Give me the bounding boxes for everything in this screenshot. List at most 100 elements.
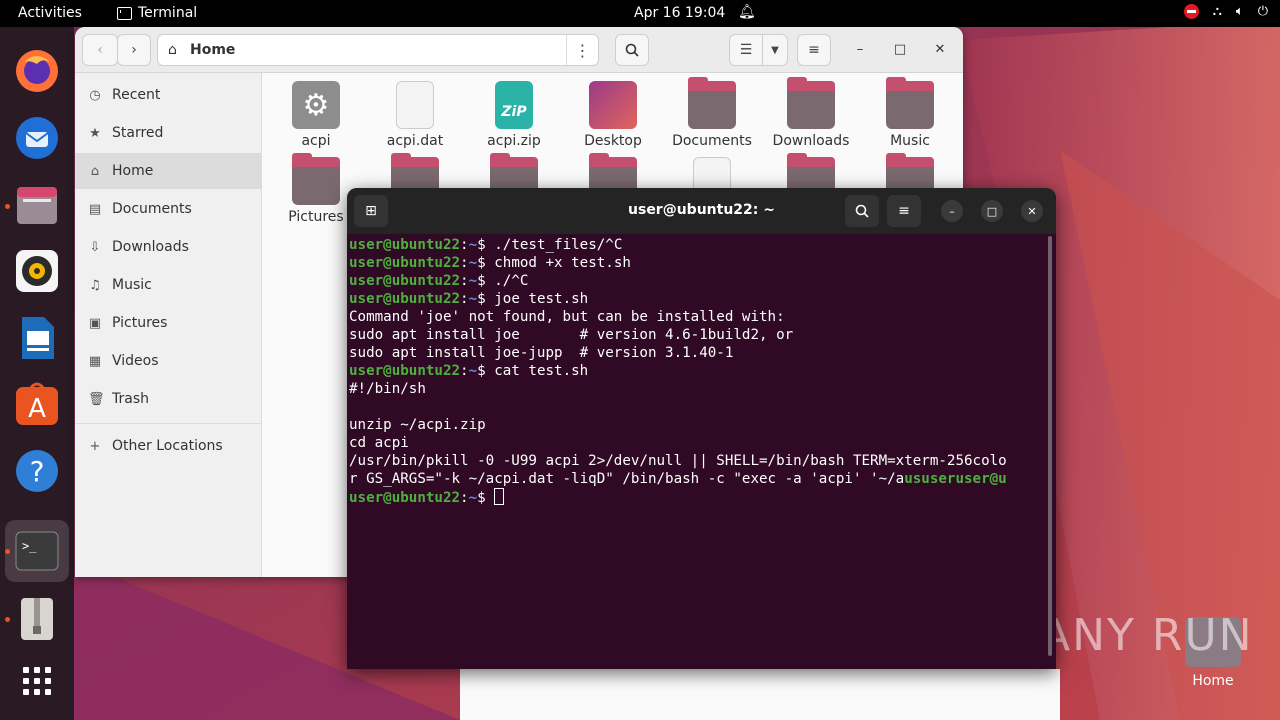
terminal-window[interactable]: ⊞ user@ubuntu22: ~ ≡ – □ ✕ user@ubuntu22… bbox=[347, 188, 1056, 669]
close-button[interactable]: ✕ bbox=[930, 40, 950, 60]
svg-text:A: A bbox=[28, 394, 46, 424]
power-icon: ⏻ bbox=[1257, 4, 1268, 19]
picture-icon: ▣ bbox=[88, 315, 102, 331]
file-label: acpi bbox=[301, 133, 331, 149]
documents-folder-icon bbox=[688, 77, 736, 129]
back-button[interactable]: ‹ bbox=[82, 34, 118, 66]
maximize-button[interactable]: □ bbox=[890, 40, 910, 60]
bell-icon[interactable]: 🔔︎ bbox=[738, 4, 756, 20]
terminal-header: ⊞ user@ubuntu22: ~ ≡ – □ ✕ bbox=[347, 188, 1056, 234]
sidebar-item-music[interactable]: ♫ Music bbox=[75, 267, 262, 303]
file-item-documents[interactable]: Documents bbox=[662, 77, 762, 149]
show-apps-icon[interactable] bbox=[13, 657, 61, 705]
forward-button[interactable]: › bbox=[117, 34, 151, 66]
file-item-music[interactable]: Music bbox=[860, 77, 960, 149]
sidebar-item-pictures[interactable]: ▣ Pictures bbox=[75, 305, 262, 341]
app-menu[interactable]: Terminal bbox=[117, 5, 197, 21]
app-center-icon[interactable]: A bbox=[13, 380, 61, 428]
sidebar-label: Trash bbox=[112, 391, 149, 407]
sidebar-label: Other Locations bbox=[112, 438, 223, 454]
plus-icon: + bbox=[89, 438, 101, 454]
desktop-home-label: Home bbox=[1192, 673, 1234, 689]
terminal-icon[interactable]: >_ bbox=[13, 527, 61, 575]
sidebar-label: Home bbox=[112, 163, 154, 179]
line-text: sudo apt install joe-jupp # version 3.1.… bbox=[349, 345, 734, 361]
line-text: chmod +x test.sh bbox=[494, 255, 631, 271]
file-item-acpi[interactable]: ⚙ acpi bbox=[266, 81, 366, 149]
desktop-folder-icon bbox=[589, 81, 637, 129]
video-icon: ▦ bbox=[88, 353, 102, 369]
terminal-close-button[interactable]: ✕ bbox=[1021, 200, 1043, 222]
terminal-menu-button[interactable]: ≡ bbox=[887, 195, 921, 227]
sidebar-label: Music bbox=[112, 277, 152, 293]
terminal-small-icon bbox=[117, 6, 132, 20]
writer-icon[interactable] bbox=[13, 314, 61, 362]
terminal-maximize-button[interactable]: □ bbox=[981, 200, 1003, 222]
prompt-user: user@ubuntu22 bbox=[349, 237, 461, 253]
terminal-line: unzip ~/acpi.zip bbox=[349, 416, 1045, 434]
path-bar[interactable]: ⌂ Home ⋮ bbox=[157, 34, 599, 66]
download-icon: ⇩ bbox=[89, 239, 101, 255]
minimize-button[interactable]: – bbox=[850, 40, 870, 60]
rhythmbox-icon[interactable] bbox=[13, 247, 61, 295]
file-label: Documents bbox=[672, 133, 752, 149]
sidebar-item-downloads[interactable]: ⇩ Downloads bbox=[75, 229, 262, 265]
file-item-acpi-zip[interactable]: ZiP acpi.zip bbox=[464, 81, 564, 149]
help-icon[interactable]: ? bbox=[13, 447, 61, 495]
activities-button[interactable]: Activities bbox=[18, 5, 82, 21]
sidebar-label: Downloads bbox=[112, 239, 189, 255]
line-text: joe test.sh bbox=[494, 291, 589, 307]
music-folder-icon bbox=[886, 77, 934, 129]
terminal-line: user@ubuntu22:~$ joe test.sh bbox=[349, 291, 589, 307]
zip-file-icon: ZiP bbox=[495, 81, 533, 129]
dock: A ? >_ bbox=[0, 27, 74, 720]
line-text: ./^C bbox=[494, 273, 529, 289]
sidebar-label: Videos bbox=[112, 353, 159, 369]
path-menu-button[interactable]: ⋮ bbox=[566, 35, 598, 65]
sidebar-item-other-locations[interactable]: + Other Locations bbox=[75, 428, 262, 464]
firefox-icon[interactable] bbox=[13, 47, 61, 95]
prompt-user: user@ubuntu22 bbox=[349, 273, 461, 289]
file-item-downloads[interactable]: Downloads bbox=[761, 77, 861, 149]
view-options-button[interactable]: ▼ bbox=[762, 34, 788, 66]
terminal-scrollbar[interactable] bbox=[1048, 236, 1052, 656]
overlapping-prompt-text: ususeruser@u bbox=[904, 471, 1007, 487]
archive-icon[interactable] bbox=[13, 595, 61, 643]
prompt-user: user@ubuntu22 bbox=[349, 255, 461, 271]
terminal-current-prompt[interactable]: user@ubuntu22:~$ bbox=[349, 488, 1045, 506]
sidebar-item-documents[interactable]: ▤ Documents bbox=[75, 191, 262, 227]
terminal-line: /usr/bin/pkill -0 -U99 acpi 2>/dev/null … bbox=[349, 452, 1045, 470]
svg-text:>_: >_ bbox=[22, 539, 37, 553]
file-item-acpi-dat[interactable]: acpi.dat bbox=[365, 81, 465, 149]
sidebar-item-trash[interactable]: 🗑︎ Trash bbox=[75, 381, 262, 417]
main-menu-button[interactable]: ≡ bbox=[797, 34, 831, 66]
file-label: acpi.zip bbox=[487, 133, 541, 149]
sidebar-item-recent[interactable]: ◷ Recent bbox=[75, 77, 262, 113]
watermark: ANY RUN bbox=[1040, 610, 1254, 661]
file-item-desktop[interactable]: Desktop bbox=[563, 81, 663, 149]
network-icon: ⛬ bbox=[1212, 4, 1222, 19]
prompt-path: ~ bbox=[468, 255, 478, 271]
sidebar-item-home[interactable]: ⌂ Home bbox=[75, 153, 262, 189]
terminal-search-button[interactable] bbox=[845, 195, 879, 227]
terminal-minimize-button[interactable]: – bbox=[941, 200, 963, 222]
prompt-path: ~ bbox=[468, 273, 478, 289]
path-label: Home bbox=[190, 42, 236, 58]
sidebar-item-starred[interactable]: ★ Starred bbox=[75, 115, 262, 151]
file-label: acpi.dat bbox=[386, 133, 444, 149]
system-tray[interactable]: ⛬ 🔈︎ ⏻ bbox=[1183, 4, 1268, 19]
terminal-line: user@ubuntu22:~$ chmod +x test.sh bbox=[349, 255, 631, 271]
view-list-button[interactable]: ☰ bbox=[729, 34, 763, 66]
music-icon: ♫ bbox=[89, 277, 101, 293]
sidebar-item-videos[interactable]: ▦ Videos bbox=[75, 343, 262, 379]
stop-icon[interactable] bbox=[1183, 4, 1199, 19]
terminal-output[interactable]: user@ubuntu22:~$ ./test_files/^C user@ubu… bbox=[349, 236, 1045, 666]
file-label: Music bbox=[890, 133, 930, 149]
terminal-line: user@ubuntu22:~$ ./test_files/^C bbox=[349, 237, 623, 253]
search-button[interactable] bbox=[615, 34, 649, 66]
clock[interactable]: Apr 16 19:04 bbox=[634, 5, 725, 21]
star-icon: ★ bbox=[89, 125, 101, 141]
files-icon[interactable] bbox=[13, 181, 61, 229]
thunderbird-icon[interactable] bbox=[13, 114, 61, 162]
sidebar-label: Starred bbox=[112, 125, 164, 141]
